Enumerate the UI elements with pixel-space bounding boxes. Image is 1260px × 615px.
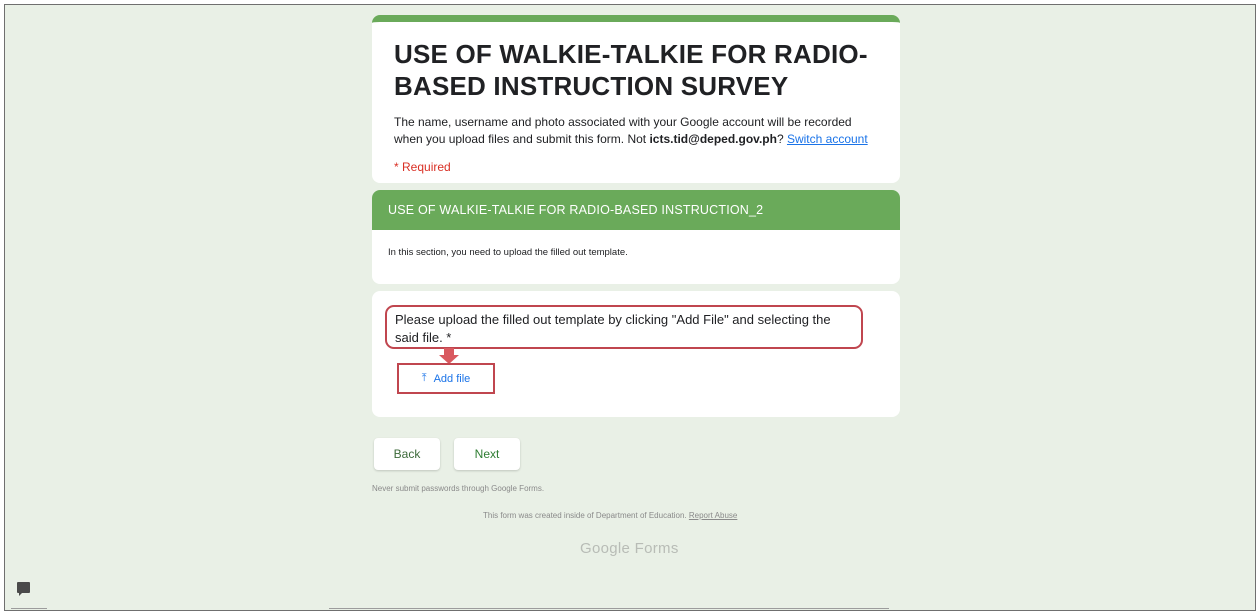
created-text: This form was created inside of Departme… bbox=[483, 511, 689, 520]
section-description: In this section, you need to upload the … bbox=[388, 247, 628, 258]
form-title: USE OF WALKIE-TALKIE FOR RADIO-BASED INS… bbox=[394, 39, 868, 101]
scrollbar-track bbox=[329, 608, 889, 609]
account-email: icts.tid@deped.gov.ph bbox=[649, 132, 777, 146]
question-text: Please upload the filled out template by… bbox=[385, 305, 863, 349]
screenshot-frame: USE OF WALKIE-TALKIE FOR RADIO-BASED INS… bbox=[4, 4, 1256, 611]
next-button[interactable]: Next bbox=[454, 438, 520, 470]
form-header-card: USE OF WALKIE-TALKIE FOR RADIO-BASED INS… bbox=[372, 15, 900, 183]
form-description: The name, username and photo associated … bbox=[394, 114, 878, 148]
feedback-icon[interactable] bbox=[17, 582, 30, 596]
section-card: USE OF WALKIE-TALKIE FOR RADIO-BASED INS… bbox=[372, 190, 900, 284]
report-abuse-link[interactable]: Report Abuse bbox=[689, 511, 737, 520]
section-title: USE OF WALKIE-TALKIE FOR RADIO-BASED INS… bbox=[372, 190, 900, 230]
scrollbar-track-left bbox=[11, 608, 47, 609]
add-file-label: Add file bbox=[433, 372, 471, 385]
created-inside-note: This form was created inside of Departme… bbox=[483, 511, 737, 520]
switch-account-link[interactable]: Switch account bbox=[787, 132, 868, 146]
description-suffix: ? bbox=[776, 132, 787, 146]
required-note: * Required bbox=[394, 160, 451, 174]
question-card: Please upload the filled out template by… bbox=[372, 291, 900, 417]
upload-icon: ⤒ bbox=[421, 372, 427, 384]
form-column: USE OF WALKIE-TALKIE FOR RADIO-BASED INS… bbox=[372, 15, 900, 417]
password-warning: Never submit passwords through Google Fo… bbox=[372, 484, 545, 493]
google-forms-logo: Google Forms bbox=[580, 540, 679, 557]
back-button[interactable]: Back bbox=[374, 438, 440, 470]
add-file-button[interactable]: ⤒ Add file bbox=[397, 363, 495, 394]
